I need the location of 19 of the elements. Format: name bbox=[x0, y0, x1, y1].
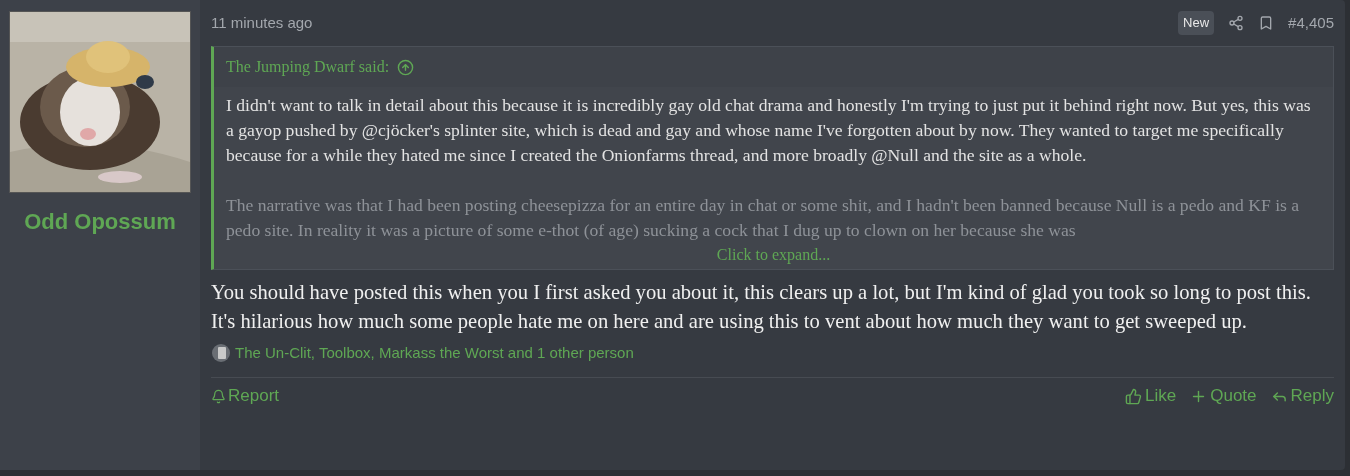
quote-attribution[interactable]: The Jumping Dwarf said: bbox=[226, 55, 390, 79]
bell-icon bbox=[211, 388, 226, 404]
reaction-icon bbox=[211, 343, 231, 364]
jump-icon[interactable] bbox=[397, 58, 415, 76]
like-icon bbox=[1125, 387, 1143, 405]
quote-button[interactable]: Quote bbox=[1190, 383, 1257, 409]
report-button[interactable]: Report bbox=[211, 383, 280, 409]
post-number[interactable]: #4,405 bbox=[1288, 11, 1334, 35]
like-button[interactable]: Like bbox=[1125, 383, 1177, 409]
username[interactable]: Odd Opossum bbox=[24, 205, 176, 238]
post-body: You should have posted this when you I first asked you about it, this clears up a lot, but I'm kind of glad you took so long to post this. It's hilarious how much some people hate me on here and are using this to vent about how much they want to get sweeped up. bbox=[211, 280, 1312, 335]
post-time[interactable]: 11 minutes ago bbox=[211, 11, 313, 35]
expand-link[interactable]: Click to expand... bbox=[716, 243, 831, 267]
reactions-list[interactable]: The Un-Clit, Toolbox, Markass the Worst and 1 other person bbox=[235, 342, 634, 365]
quote-paragraph: The narrative was that I had been posting cheesepizza for an entire day in chat or some shit, and I hadn't been banned because Null is a pedo and KF is a pedo site. In reality it was a picture of some e-thot (of age) sucking a cock that I dug up to clown on her because she was bbox=[226, 194, 1301, 242]
quote-paragraph: I didn't want to talk in detail about this because it is incredibly gay old chat drama and honestly I'm trying to just put it behind right now. But yes, this was a gayop pushed by @cjöcker's splinter site, which is dead and gay and whose name I've forgotten about by now. They wanted to target me specifically because for a while they hated me since I created the Onionfarms thread, and more broadly @Null and the site as a whole. bbox=[226, 94, 1312, 167]
share-icon[interactable] bbox=[1228, 15, 1245, 31]
new-badge: New bbox=[1178, 11, 1215, 35]
reply-button[interactable]: Reply bbox=[1270, 383, 1334, 409]
